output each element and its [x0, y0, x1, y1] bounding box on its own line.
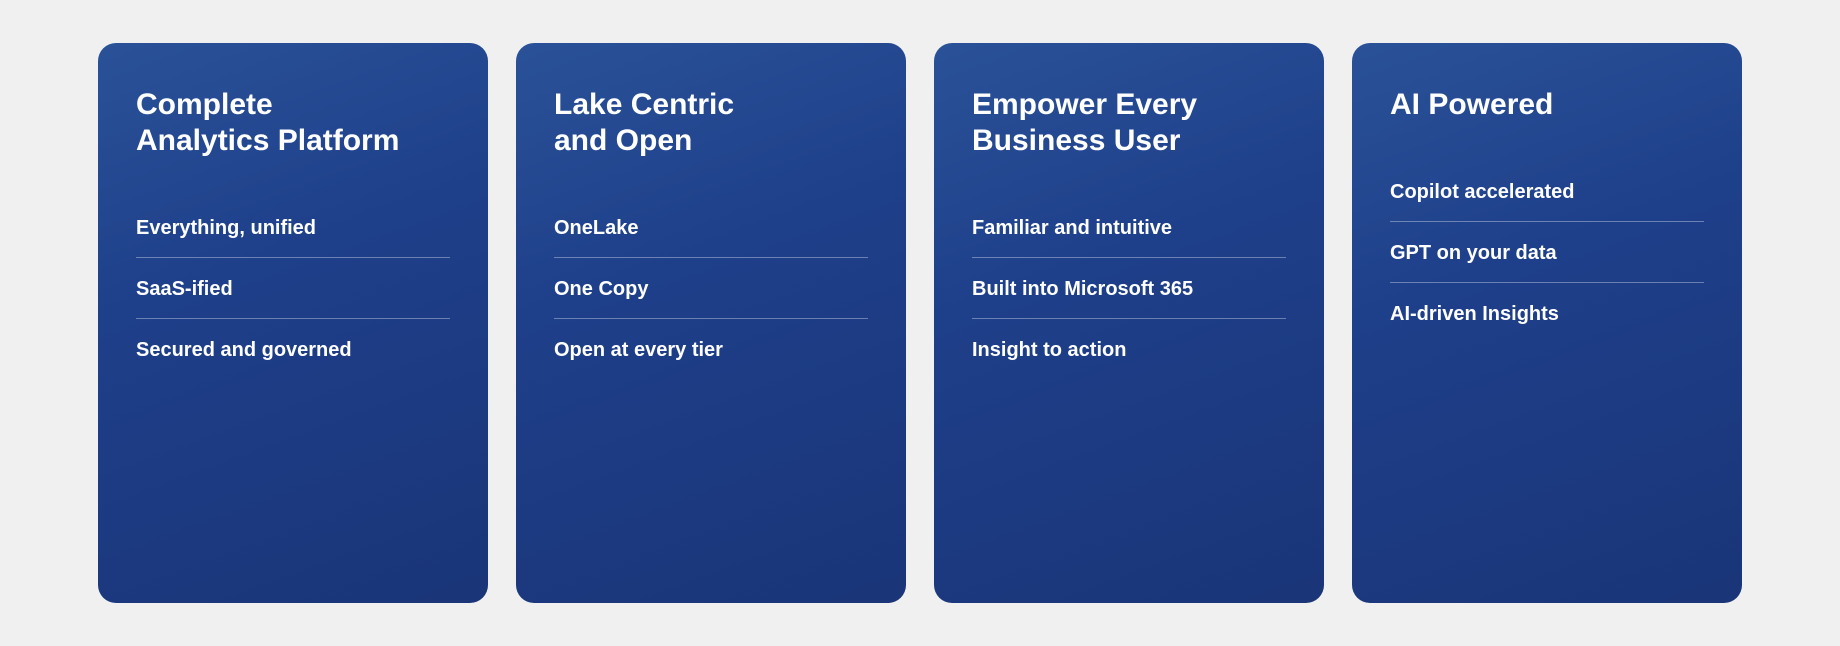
card-item: Open at every tier — [554, 319, 868, 379]
card-item: GPT on your data — [1390, 222, 1704, 283]
card-item: Built into Microsoft 365 — [972, 258, 1286, 319]
card-title-empower-business: Empower Every Business User — [972, 87, 1286, 159]
card-item: Everything, unified — [136, 197, 450, 258]
card-lake-centric: Lake Centric and Open OneLakeOne CopyOpen… — [516, 43, 906, 603]
card-items-empower-business: Familiar and intuitiveBuilt into Microso… — [972, 197, 1286, 379]
card-title-complete-analytics: Complete Analytics Platform — [136, 87, 450, 159]
card-complete-analytics: Complete Analytics Platform Everything, u… — [98, 43, 488, 603]
card-item: Familiar and intuitive — [972, 197, 1286, 258]
card-items-ai-powered: Copilot acceleratedGPT on your dataAI-dr… — [1390, 161, 1704, 343]
card-item: One Copy — [554, 258, 868, 319]
card-items-lake-centric: OneLakeOne CopyOpen at every tier — [554, 197, 868, 379]
card-item: AI-driven Insights — [1390, 283, 1704, 343]
card-empower-business: Empower Every Business User Familiar and … — [934, 43, 1324, 603]
card-item: Secured and governed — [136, 319, 450, 379]
card-item: SaaS-ified — [136, 258, 450, 319]
card-item: OneLake — [554, 197, 868, 258]
card-ai-powered: AI Powered Copilot acceleratedGPT on your… — [1352, 43, 1742, 603]
cards-container: Complete Analytics Platform Everything, u… — [38, 3, 1802, 643]
card-item: Copilot accelerated — [1390, 161, 1704, 222]
card-title-ai-powered: AI Powered — [1390, 87, 1704, 123]
card-title-lake-centric: Lake Centric and Open — [554, 87, 868, 159]
card-items-complete-analytics: Everything, unifiedSaaS-ifiedSecured and… — [136, 197, 450, 379]
card-item: Insight to action — [972, 319, 1286, 379]
